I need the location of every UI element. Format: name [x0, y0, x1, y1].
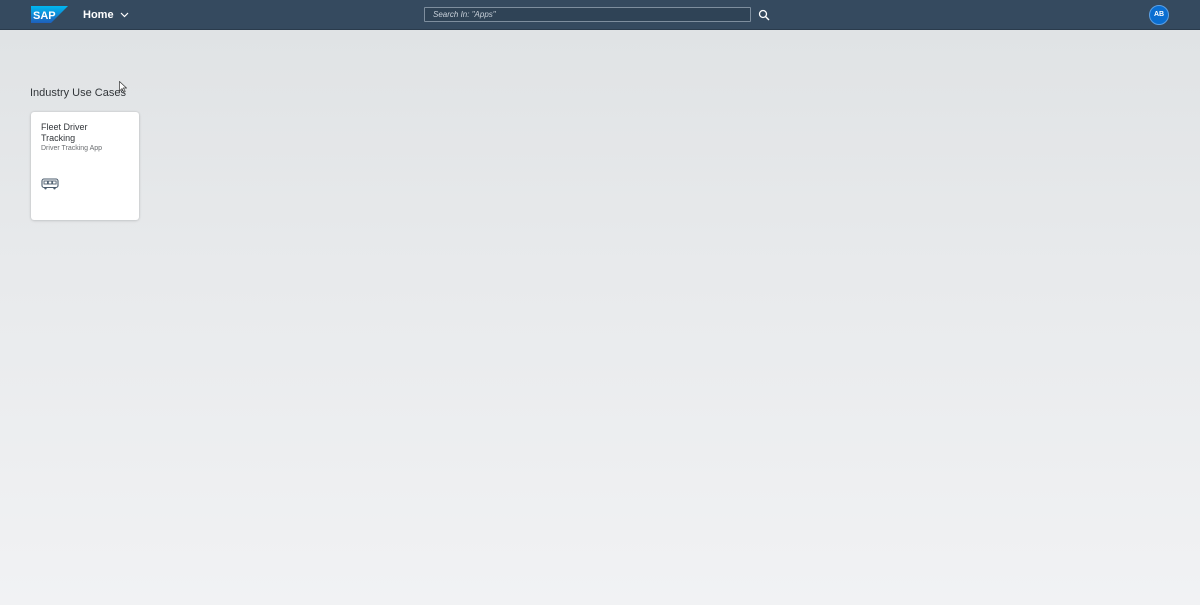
search-input[interactable]	[424, 7, 751, 22]
sap-logo[interactable]: SAP	[31, 6, 68, 23]
home-label: Home	[83, 9, 114, 21]
home-menu-button[interactable]: Home	[83, 7, 129, 23]
search-icon[interactable]	[758, 9, 770, 21]
shell-bar: SAP Home AB	[0, 0, 1200, 30]
user-avatar[interactable]: AB	[1149, 5, 1169, 25]
app-tile-fleet-driver-tracking[interactable]: Fleet Driver Tracking Driver Tracking Ap…	[31, 112, 139, 220]
mouse-cursor-icon	[119, 81, 127, 93]
group-title: Industry Use Cases	[30, 87, 126, 99]
chevron-down-icon	[120, 12, 128, 18]
logo-text: SAP	[33, 10, 56, 22]
tile-title: Fleet Driver Tracking	[41, 122, 88, 143]
bus-icon	[41, 178, 59, 190]
tile-subtitle: Driver Tracking App	[41, 145, 103, 152]
